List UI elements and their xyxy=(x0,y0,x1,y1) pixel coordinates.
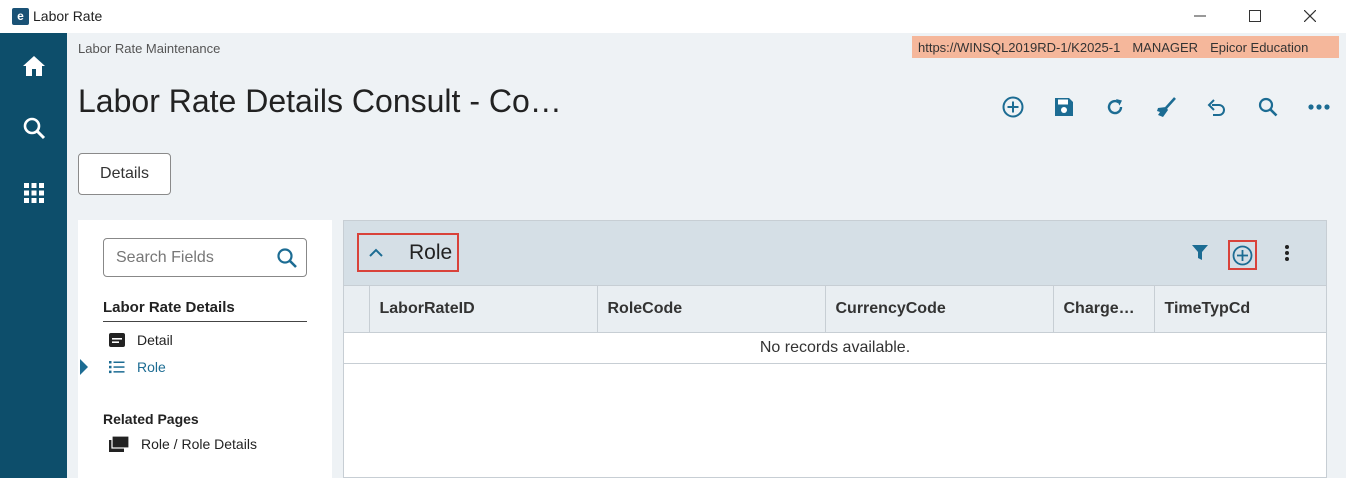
empty-row: No records available. xyxy=(344,332,1326,364)
pages-icon xyxy=(109,436,129,452)
column-header-rolecode[interactable]: RoleCode xyxy=(597,285,826,333)
save-button[interactable] xyxy=(1038,93,1089,121)
more-options-button[interactable] xyxy=(1293,93,1344,121)
grid-header: Role xyxy=(344,221,1326,285)
related-pages-heading: Related Pages xyxy=(103,411,199,427)
undo-icon xyxy=(1207,99,1225,116)
role-grid: LaborRateID RoleCode CurrencyCode Charge… xyxy=(344,285,1326,364)
column-header-timetypcd[interactable]: TimeTypCd xyxy=(1154,285,1326,333)
apps-button[interactable] xyxy=(17,176,51,210)
grid-more-button[interactable] xyxy=(1273,239,1301,267)
search-fields-input[interactable] xyxy=(116,239,276,276)
close-button[interactable] xyxy=(1290,4,1330,28)
maximize-button[interactable] xyxy=(1235,4,1275,28)
window-title: Labor Rate xyxy=(33,8,103,24)
home-icon xyxy=(23,56,45,76)
left-rail xyxy=(0,33,67,478)
home-button[interactable] xyxy=(17,49,51,83)
clear-button[interactable] xyxy=(1140,93,1191,121)
refresh-button[interactable] xyxy=(1089,93,1140,121)
nav-item-detail[interactable]: Detail xyxy=(109,329,173,351)
more-vertical-icon xyxy=(1285,245,1289,261)
add-icon xyxy=(1232,245,1253,265)
card-icon xyxy=(109,333,125,347)
role-grid-panel: Role LaborRateID RoleCode CurrencyCode C… xyxy=(343,220,1327,478)
list-icon xyxy=(109,361,125,374)
related-link-label: Role / Role Details xyxy=(141,436,257,452)
filter-button[interactable] xyxy=(1186,239,1214,267)
breadcrumb[interactable]: Labor Rate Maintenance xyxy=(78,41,220,56)
search-nav-button[interactable] xyxy=(17,111,51,145)
toolbar xyxy=(987,93,1344,121)
app-logo-icon: e xyxy=(12,8,29,25)
more-options-icon xyxy=(1307,104,1330,110)
add-row-button[interactable] xyxy=(1228,240,1257,270)
no-records-message: No records available. xyxy=(344,332,1326,364)
window-titlebar: e Labor Rate xyxy=(0,0,1346,33)
select-column-header[interactable] xyxy=(344,285,370,333)
search-icon[interactable] xyxy=(276,247,298,269)
column-header-laborrateid[interactable]: LaborRateID xyxy=(369,285,598,333)
role-collapse-toggle[interactable]: Role xyxy=(357,233,459,272)
maximize-icon xyxy=(1249,10,1261,22)
search-fields-box xyxy=(103,238,307,277)
add-new-icon xyxy=(1002,96,1023,118)
minimize-icon xyxy=(1194,15,1206,17)
search-icon xyxy=(1258,97,1277,117)
search-button[interactable] xyxy=(1242,93,1293,121)
active-indicator xyxy=(80,359,88,375)
connection-user: MANAGER xyxy=(1132,39,1199,55)
details-button[interactable]: Details xyxy=(78,153,171,195)
filter-icon xyxy=(1192,245,1208,260)
close-icon xyxy=(1304,10,1316,22)
grid-header-row: LaborRateID RoleCode CurrencyCode Charge… xyxy=(344,285,1326,333)
minimize-button[interactable] xyxy=(1180,4,1220,28)
connection-url: https://WINSQL2019RD-1/K2025-1 xyxy=(918,39,1121,55)
search-icon xyxy=(23,117,46,140)
page-title: Labor Rate Details Consult - Co… xyxy=(78,83,562,119)
apps-grid-icon xyxy=(24,183,44,203)
related-role-details-link[interactable]: Role / Role Details xyxy=(109,433,257,455)
nav-item-role[interactable]: Role xyxy=(109,356,166,378)
connection-company: Epicor Education xyxy=(1210,39,1309,55)
undo-button[interactable] xyxy=(1191,93,1242,121)
nav-item-label: Detail xyxy=(137,332,173,348)
fields-nav-panel: Labor Rate Details Detail Role Related P… xyxy=(78,220,332,478)
main-area: Labor Rate Maintenance https://WINSQL201… xyxy=(67,33,1346,478)
section-labor-rate-details[interactable]: Labor Rate Details xyxy=(103,299,307,322)
clear-icon xyxy=(1156,97,1176,117)
chevron-up-icon xyxy=(359,248,393,257)
column-header-currencycode[interactable]: CurrencyCode xyxy=(825,285,1054,333)
add-new-button[interactable] xyxy=(987,93,1038,121)
column-header-charge[interactable]: Charge… xyxy=(1053,285,1155,333)
grid-title: Role xyxy=(409,240,453,264)
refresh-icon xyxy=(1107,99,1122,115)
connection-bar: https://WINSQL2019RD-1/K2025-1 MANAGER E… xyxy=(912,36,1339,58)
save-icon xyxy=(1054,98,1073,116)
nav-item-label: Role xyxy=(137,359,166,375)
